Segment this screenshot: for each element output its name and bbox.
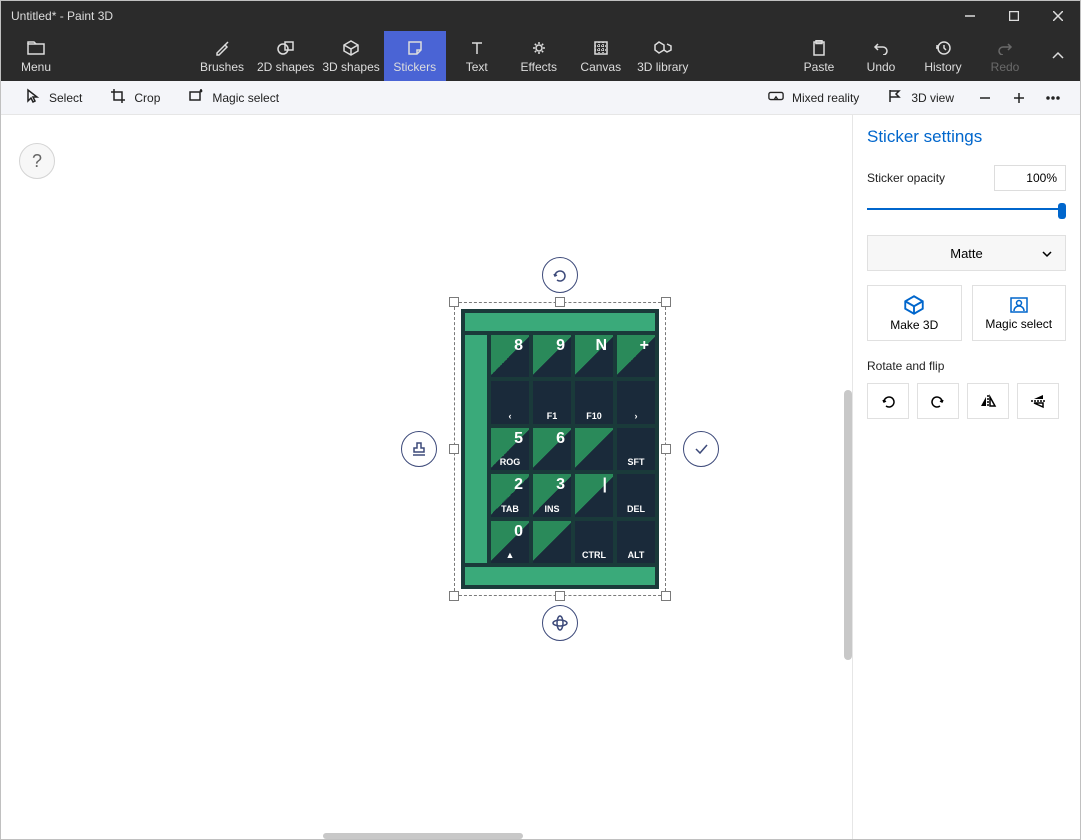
person-frame-icon	[1009, 296, 1029, 314]
tab-brushes[interactable]: Brushes	[191, 31, 253, 81]
flag-icon	[887, 88, 903, 107]
chevron-down-icon	[1041, 246, 1053, 261]
magic-select-icon	[188, 88, 204, 107]
resize-handle-bl[interactable]	[449, 591, 459, 601]
crop-tool[interactable]: Crop	[96, 81, 174, 115]
zoom-in-button[interactable]	[1002, 81, 1036, 115]
crop-icon	[110, 88, 126, 107]
magic-select-tool[interactable]: Magic select	[174, 81, 293, 115]
tab-text[interactable]: Text	[446, 31, 508, 81]
pointer-icon	[25, 88, 41, 107]
flip-horizontal-button[interactable]	[967, 383, 1009, 419]
folder-icon	[27, 38, 45, 58]
commit-button[interactable]	[683, 431, 719, 467]
paste-button[interactable]: Paste	[788, 31, 850, 81]
opacity-slider[interactable]	[867, 197, 1066, 221]
cube-icon	[343, 38, 359, 58]
redo-icon	[997, 38, 1013, 58]
history-icon	[935, 38, 951, 58]
tab-3d-library[interactable]: 3D library	[632, 31, 694, 81]
history-button[interactable]: History	[912, 31, 974, 81]
make-3d-button[interactable]: Make 3D	[867, 285, 962, 341]
library-icon	[654, 38, 672, 58]
tab-stickers[interactable]: Stickers	[384, 31, 446, 81]
rotate-z-handle[interactable]	[542, 257, 578, 293]
resize-handle-tl[interactable]	[449, 297, 459, 307]
opacity-label: Sticker opacity	[867, 171, 945, 185]
collapse-ribbon-button[interactable]	[1036, 31, 1080, 81]
help-button[interactable]: ?	[19, 143, 55, 179]
ribbon: Menu Brushes 2D shapes 3D shapes Sticker…	[1, 31, 1080, 81]
rotate-3d-handle[interactable]	[542, 605, 578, 641]
minimize-button[interactable]	[948, 1, 992, 31]
menu-button[interactable]: Menu	[1, 31, 71, 81]
shapes-2d-icon	[277, 38, 295, 58]
canvas-area[interactable]: ? 8 9 N + ‹ F1 F10 › 5ROG 6 SFT	[1, 115, 852, 839]
tab-effects[interactable]: Effects	[508, 31, 570, 81]
resize-handle-br[interactable]	[661, 591, 671, 601]
zoom-out-button[interactable]	[968, 81, 1002, 115]
paste-icon	[812, 38, 826, 58]
undo-icon	[873, 38, 889, 58]
cube-icon	[904, 295, 924, 315]
sticker-icon	[407, 38, 423, 58]
tab-canvas[interactable]: Canvas	[570, 31, 632, 81]
sticker-selection[interactable]: 8 9 N + ‹ F1 F10 › 5ROG 6 SFT 2TAB 3INS …	[461, 309, 659, 589]
titlebar: Untitled* - Paint 3D	[1, 1, 1080, 31]
panel-title: Sticker settings	[867, 127, 1066, 147]
redo-button[interactable]: Redo	[974, 31, 1036, 81]
undo-button[interactable]: Undo	[850, 31, 912, 81]
resize-handle-r[interactable]	[661, 444, 671, 454]
resize-handle-l[interactable]	[449, 444, 459, 454]
3d-view-button[interactable]: 3D view	[873, 81, 968, 115]
secondary-toolbar: Select Crop Magic select Mixed reality 3…	[1, 81, 1080, 115]
headset-icon	[768, 88, 784, 107]
rotate-flip-label: Rotate and flip	[867, 359, 1066, 373]
flip-vertical-button[interactable]	[1017, 383, 1059, 419]
horizontal-scrollbar[interactable]	[323, 833, 523, 839]
effects-icon	[531, 38, 547, 58]
finish-dropdown[interactable]: Matte	[867, 235, 1066, 271]
menu-label: Menu	[21, 60, 51, 74]
tab-3d-shapes[interactable]: 3D shapes	[318, 31, 383, 81]
maximize-button[interactable]	[992, 1, 1036, 31]
canvas-icon	[593, 38, 609, 58]
select-tool[interactable]: Select	[11, 81, 96, 115]
brush-icon	[214, 38, 230, 58]
rotate-ccw-button[interactable]	[867, 383, 909, 419]
side-panel: Sticker settings Sticker opacity Matte M…	[852, 115, 1080, 839]
magic-select-button[interactable]: Magic select	[972, 285, 1067, 341]
opacity-input[interactable]	[994, 165, 1066, 191]
tab-2d-shapes[interactable]: 2D shapes	[253, 31, 318, 81]
text-icon	[470, 38, 484, 58]
resize-handle-t[interactable]	[555, 297, 565, 307]
stamp-button[interactable]	[401, 431, 437, 467]
selection-border	[454, 302, 666, 596]
resize-handle-b[interactable]	[555, 591, 565, 601]
rotate-cw-button[interactable]	[917, 383, 959, 419]
resize-handle-tr[interactable]	[661, 297, 671, 307]
vertical-scrollbar[interactable]	[844, 390, 852, 660]
more-options-button[interactable]	[1036, 81, 1070, 115]
mixed-reality-button[interactable]: Mixed reality	[754, 81, 873, 115]
window-title: Untitled* - Paint 3D	[11, 9, 113, 23]
close-button[interactable]	[1036, 1, 1080, 31]
